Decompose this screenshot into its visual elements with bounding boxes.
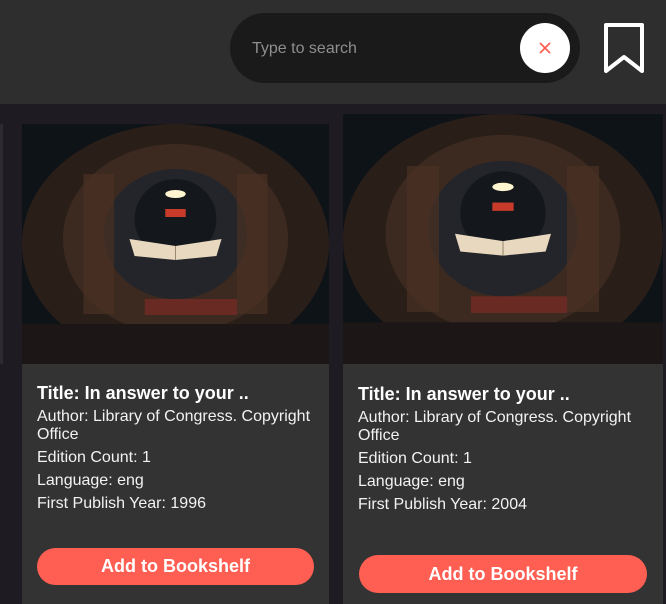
book-author: Author: Library of Congress. Copyright O…: [358, 409, 632, 444]
close-icon: [539, 42, 551, 54]
bookmark-icon[interactable]: [603, 22, 645, 74]
book-language: Language: eng: [37, 472, 144, 489]
book-card: Title: In answer to your .. Author: Libr…: [22, 124, 329, 604]
book-publish-year: First Publish Year: 1996: [37, 495, 206, 512]
add-to-bookshelf-button[interactable]: Add to Bookshelf: [37, 548, 314, 585]
clear-search-button[interactable]: [520, 23, 570, 73]
search-bar: [230, 13, 580, 83]
previous-card-edge: [0, 124, 3, 364]
book-edition-count: Edition Count: 1: [37, 449, 151, 466]
book-cover-image: [22, 124, 329, 364]
book-cover-image: [343, 114, 663, 364]
book-publish-year: First Publish Year: 2004: [358, 496, 527, 513]
book-language: Language: eng: [358, 473, 465, 490]
add-to-bookshelf-button[interactable]: Add to Bookshelf: [359, 555, 647, 593]
top-bar: [0, 0, 666, 104]
book-author: Author: Library of Congress. Copyright O…: [37, 408, 311, 443]
search-input[interactable]: [250, 35, 524, 63]
book-title: Title: In answer to your ..: [358, 384, 570, 404]
book-card: Title: In answer to your .. Author: Libr…: [343, 114, 663, 604]
book-edition-count: Edition Count: 1: [358, 450, 472, 467]
book-title: Title: In answer to your ..: [37, 383, 249, 403]
